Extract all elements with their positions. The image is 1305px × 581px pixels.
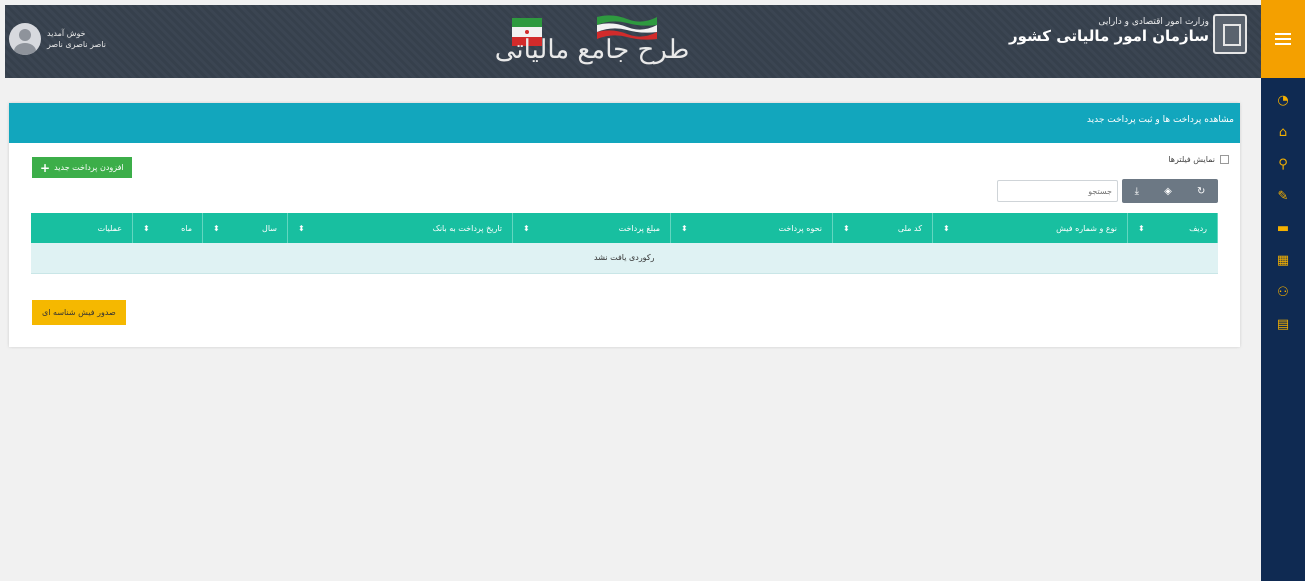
search-input[interactable] (997, 180, 1118, 202)
user-greeting: خوش آمدید (47, 29, 86, 38)
home-icon: ⌂ (1278, 124, 1288, 140)
edit-icon: ✎ (1277, 188, 1289, 204)
sidebar-item-wallet[interactable]: ▬ (1261, 212, 1305, 244)
column-header[interactable]: نوع و شماره فیش ⬍ (932, 213, 1128, 243)
columns-icon[interactable]: ◈ (1164, 186, 1172, 197)
sidebar-item-dashboard[interactable]: ◔ (1261, 84, 1305, 116)
column-header[interactable]: ماه ⬍ (132, 213, 203, 243)
payments-panel: مشاهده پرداخت ها و ثبت پرداخت جدید + افز… (9, 103, 1240, 347)
empty-message: رکوردی یافت نشد (31, 243, 1218, 274)
menu-toggle-button[interactable] (1261, 0, 1305, 78)
ministry-name: وزارت امور اقتصادی و دارایی (1098, 17, 1209, 27)
org-logo (1213, 14, 1247, 54)
sidebar-item-users[interactable]: ⚇ (1261, 276, 1305, 308)
sidebar-item-home[interactable]: ⌂ (1261, 116, 1305, 148)
table-toolbar: ⤓ ◈ ↻ (1122, 179, 1218, 203)
sort-icon: ⬍ (943, 223, 950, 233)
column-header[interactable]: کد ملی ⬍ (832, 213, 933, 243)
export-icon[interactable]: ⤓ (1135, 186, 1139, 197)
calendar-icon: ▦ (1276, 252, 1290, 268)
payments-table: ردیف ⬍ نوع و شماره فیش ⬍ کد ملی ⬍ نحوه پردا… (31, 213, 1218, 274)
sort-icon: ⬍ (143, 223, 150, 233)
wallet-icon: ▬ (1276, 220, 1290, 236)
user-name: ناصر ناصری ناصر (47, 40, 106, 49)
banner-title: طرح جامع مالیاتی (494, 35, 690, 65)
table-header-row: ردیف ⬍ نوع و شماره فیش ⬍ کد ملی ⬍ نحوه پردا… (31, 213, 1218, 243)
panel-title: مشاهده پرداخت ها و ثبت پرداخت جدید (9, 103, 1240, 143)
sort-icon: ⬍ (843, 223, 850, 233)
plus-icon: + (40, 160, 51, 175)
sort-icon: ⬍ (298, 223, 305, 233)
sort-icon: ⬍ (1138, 223, 1145, 233)
users-icon: ⚇ (1277, 284, 1289, 300)
show-filters-toggle[interactable]: نمایش فیلترها (1168, 155, 1229, 164)
org-name: سازمان امور مالیاتی کشور (1008, 27, 1209, 45)
filters-checkbox[interactable] (1220, 155, 1229, 164)
banner: طرح جامع مالیاتی (492, 13, 762, 73)
dashboard-icon: ◔ (1277, 92, 1289, 108)
org-title: وزارت امور اقتصادی و دارایی سازمان امور … (1009, 17, 1209, 45)
add-payment-button[interactable]: + افزودن پرداخت جدید (32, 157, 132, 178)
filters-label: نمایش فیلترها (1168, 155, 1215, 164)
search-icon: ⚲ (1278, 156, 1288, 172)
sort-icon: ⬍ (213, 223, 220, 233)
print-icon: ▤ (1276, 316, 1290, 332)
refresh-icon[interactable]: ↻ (1197, 186, 1205, 197)
issue-slip-button[interactable]: صدور فیش شناسه ای (32, 300, 126, 325)
app-root: خوش آمدید ناصر ناصری ناصر طرح جامع مالیا… (0, 0, 1305, 581)
header: خوش آمدید ناصر ناصری ناصر طرح جامع مالیا… (5, 5, 1261, 78)
sidebar-item-edit[interactable]: ✎ (1261, 180, 1305, 212)
sidebar-item-print[interactable]: ▤ (1261, 308, 1305, 340)
table-row: رکوردی یافت نشد (31, 243, 1218, 274)
column-header[interactable]: نحوه پرداخت ⬍ (670, 213, 833, 243)
sidebar-item-calendar[interactable]: ▦ (1261, 244, 1305, 276)
column-header[interactable]: عملیات (31, 213, 133, 243)
column-header[interactable]: تاریخ پرداخت به بانک ⬍ (287, 213, 513, 243)
sidebar: ◔ ⌂ ⚲ ✎ ▬ ▦ ⚇ ▤ (1261, 78, 1305, 581)
user-text: خوش آمدید ناصر ناصری ناصر (47, 28, 106, 50)
sort-icon: ⬍ (681, 223, 688, 233)
sidebar-item-search[interactable]: ⚲ (1261, 148, 1305, 180)
column-header[interactable]: ردیف ⬍ (1127, 213, 1218, 243)
sort-icon: ⬍ (523, 223, 530, 233)
user-box[interactable]: خوش آمدید ناصر ناصری ناصر (9, 23, 106, 55)
column-header[interactable]: سال ⬍ (202, 213, 288, 243)
avatar[interactable] (9, 23, 41, 55)
hamburger-icon (1275, 38, 1291, 40)
column-header[interactable]: مبلغ پرداخت ⬍ (512, 213, 671, 243)
add-payment-label: افزودن پرداخت جدید (54, 163, 124, 172)
